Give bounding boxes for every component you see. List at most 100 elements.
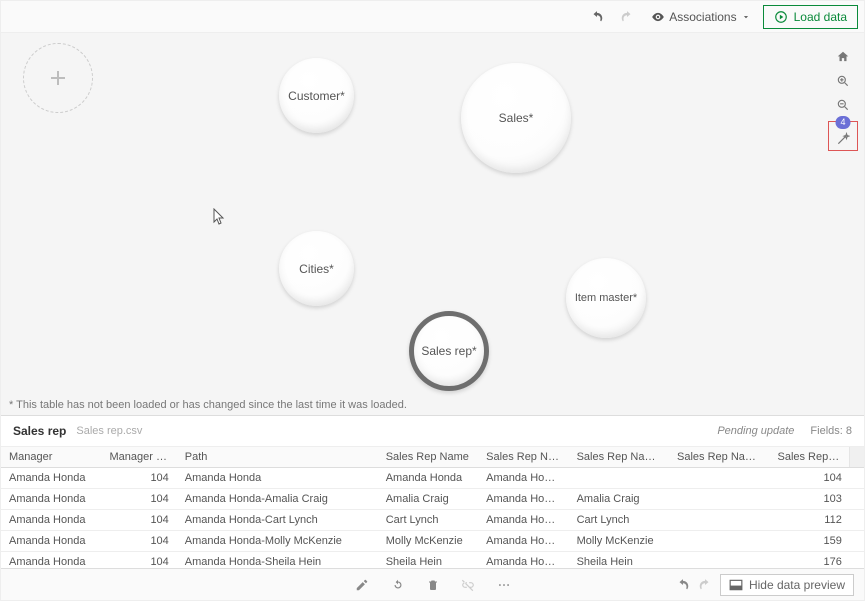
table-cell: 112 [769,510,849,531]
zoom-in-button[interactable] [831,69,855,93]
load-data-button[interactable]: Load data [763,5,858,29]
col-rep-name3[interactable]: Sales Rep Name3 [669,447,769,468]
bubble-label: Sales* [499,111,534,125]
table-cell: Amanda Honda [478,468,568,489]
recommendations-count: 4 [835,116,850,129]
table-cell [669,510,769,531]
table-cell: Amanda Honda-Amalia Craig [177,489,378,510]
table-cell: 104 [101,489,176,510]
home-button[interactable] [831,45,855,69]
trash-icon [427,578,439,592]
col-rep-id[interactable]: Sales Rep ID [769,447,849,468]
preview-table-wrap: Manager Manager Nu… Path Sales Rep Name … [1,447,864,568]
col-rep-name2[interactable]: Sales Rep Name2 [569,447,669,468]
bubble-label: Cities* [299,262,334,276]
redo-icon [698,578,712,592]
table-cell: Cart Lynch [378,510,478,531]
col-rep-name1[interactable]: Sales Rep Name1 [478,447,568,468]
associations-canvas[interactable]: Customer* Sales* Cities* Sales rep* Item… [1,33,864,415]
table-row[interactable]: Amanda Honda 104Amanda Honda-Amalia Craig… [1,489,864,510]
table-cell: Amanda Honda [1,510,101,531]
table-cell: Amanda Honda-Molly McKenzie [177,531,378,552]
scrollbar-gutter-cell [850,531,864,552]
preview-header: Sales rep Sales rep.csv Pending update F… [1,415,864,447]
load-data-label: Load data [794,10,847,24]
table-cell [669,489,769,510]
zoom-out-button[interactable] [831,93,855,117]
associations-dropdown[interactable]: Associations [645,5,756,29]
associations-label: Associations [669,10,736,24]
col-manager[interactable]: Manager [1,447,101,468]
table-cell: 159 [769,531,849,552]
table-cell: 104 [769,468,849,489]
delete-button[interactable] [427,578,439,592]
add-table-button[interactable] [23,43,93,113]
canvas-side-tools: 4 [828,45,858,151]
preview-table: Manager Manager Nu… Path Sales Rep Name … [1,447,864,568]
bubble-customer[interactable]: Customer* [279,58,354,133]
unlink-icon [461,578,475,592]
scrollbar-gutter-cell [850,468,864,489]
canvas-footnote: * This table has not been loaded or has … [9,399,407,411]
preview-pending: Pending update [717,425,794,437]
home-icon [836,50,850,64]
unlink-button [461,578,475,592]
table-cell: Amanda Honda [1,552,101,569]
table-cell [669,468,769,489]
edit-button[interactable] [355,578,369,592]
bubble-item-master[interactable]: Item master* [566,258,646,338]
table-cell: Amanda Honda [1,468,101,489]
col-manager-num[interactable]: Manager Nu… [101,447,176,468]
table-cell: Molly McKenzie [378,531,478,552]
bubble-cities[interactable]: Cities* [279,231,354,306]
preview-fields-count: Fields: 8 [810,425,852,437]
table-cell: Amanda Honda [478,489,568,510]
recommendations-button[interactable]: 4 [828,121,858,151]
scrollbar-gutter [850,447,864,468]
reload-button[interactable] [391,578,405,592]
scrollbar-gutter-cell [850,552,864,569]
scrollbar-gutter-cell [850,489,864,510]
bubble-sales-rep[interactable]: Sales rep* [409,311,489,391]
zoom-out-icon [836,98,850,112]
refresh-icon [391,578,405,592]
undo-preview-button[interactable] [676,578,690,592]
col-path[interactable]: Path [177,447,378,468]
eye-icon [651,10,665,24]
more-icon [497,578,511,592]
zoom-in-icon [836,74,850,88]
pencil-icon [355,578,369,592]
table-row[interactable]: Amanda Honda104Amanda HondaAmanda HondaA… [1,468,864,489]
table-cell: Molly McKenzie [569,531,669,552]
table-cell: Cart Lynch [569,510,669,531]
undo-button[interactable] [585,5,609,29]
preview-filename: Sales rep.csv [76,425,142,437]
table-cell: 104 [101,531,176,552]
bubble-sales[interactable]: Sales* [461,63,571,173]
more-button[interactable] [497,578,511,592]
plus-icon [46,66,70,90]
table-row[interactable]: Amanda Honda104Amanda Honda-Sheila HeinS… [1,552,864,569]
table-cell [669,531,769,552]
table-cell [669,552,769,569]
magic-wand-icon [836,132,850,146]
table-cell: Amanda Honda [478,552,568,569]
table-cell: Amanda Honda [1,531,101,552]
hide-preview-button[interactable]: Hide data preview [720,574,854,596]
chevron-down-icon [741,12,751,22]
play-circle-icon [774,10,788,24]
table-row[interactable]: Amanda Honda104Amanda Honda-Molly McKenz… [1,531,864,552]
redo-icon [620,10,634,24]
bottom-center-actions [355,578,511,592]
redo-preview-button [698,578,712,592]
table-row[interactable]: Amanda Honda104Amanda Honda-Cart LynchCa… [1,510,864,531]
bubble-label: Sales rep* [421,344,476,358]
cursor-icon [213,208,227,226]
table-cell: 104 [101,552,176,569]
table-cell: Amanda Honda [177,468,378,489]
table-cell: Amanda Honda-Sheila Hein [177,552,378,569]
col-rep-name[interactable]: Sales Rep Name [378,447,478,468]
table-cell: Amanda Honda [478,531,568,552]
top-toolbar: Associations Load data [1,1,864,33]
bubble-label: Item master* [575,292,637,304]
